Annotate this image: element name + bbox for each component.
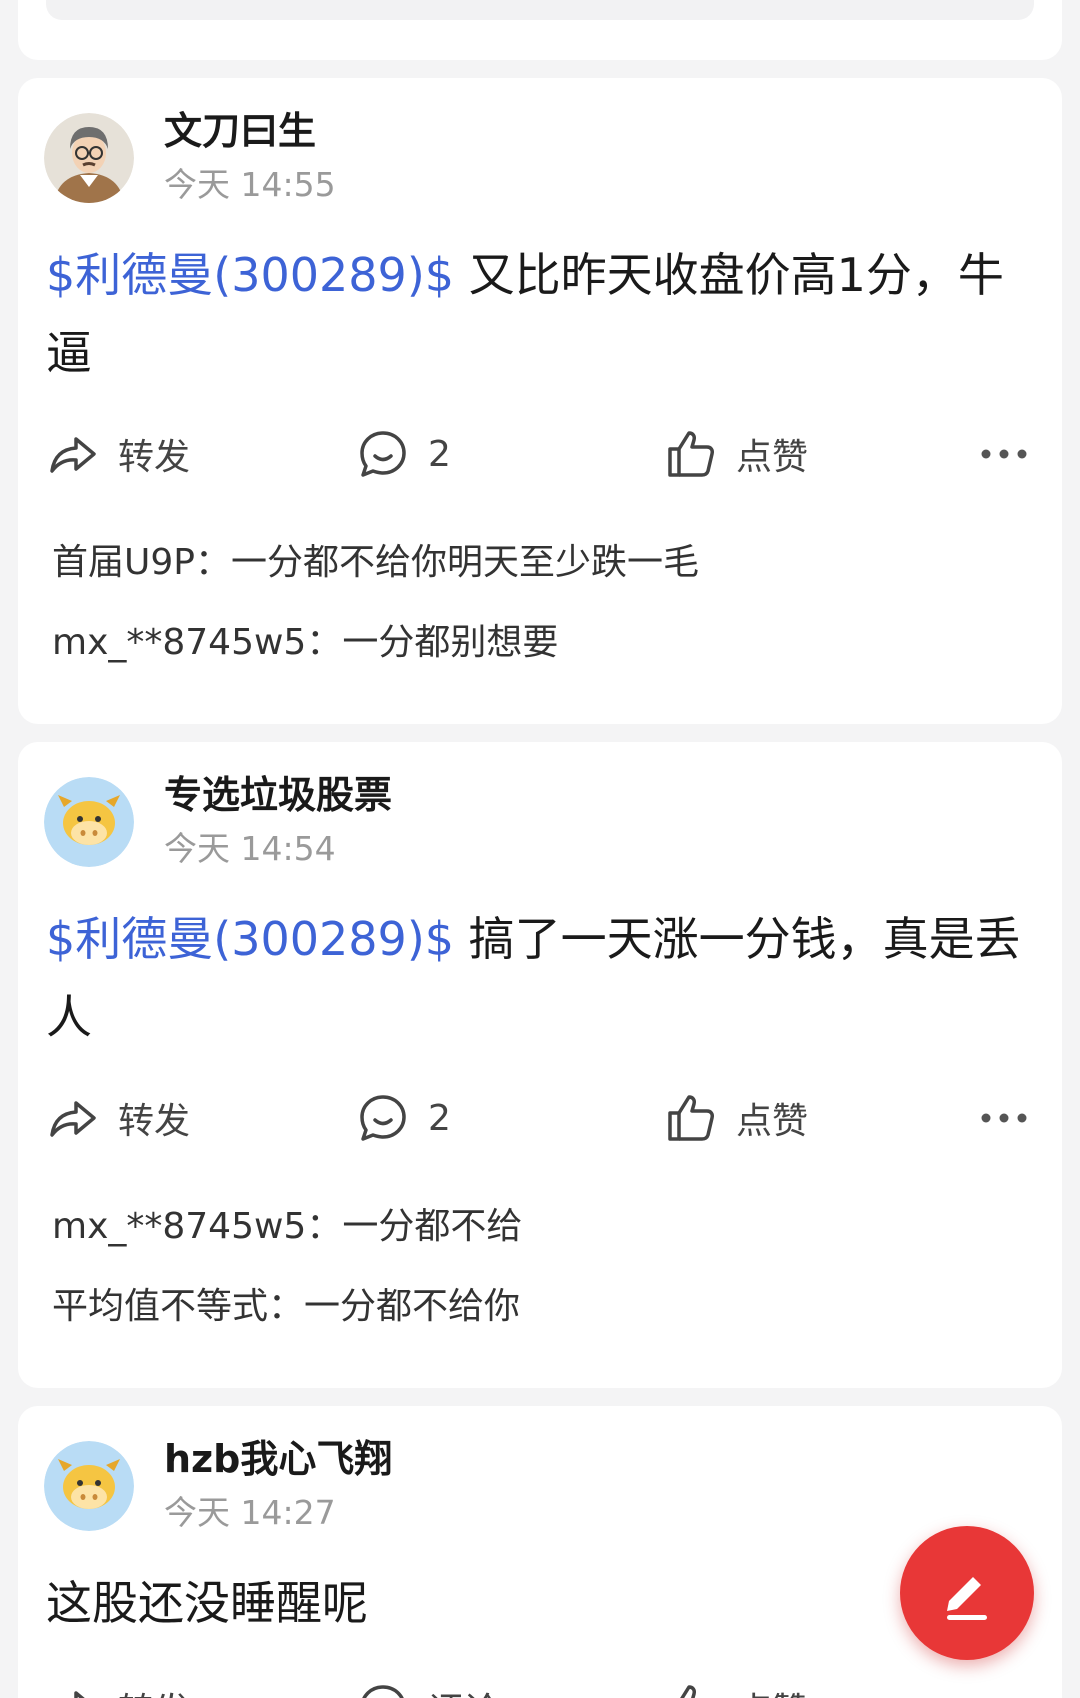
share-label: 转发 (118, 1101, 191, 1142)
comment-bubble-icon (360, 1095, 406, 1141)
share-label: 转发 (118, 437, 191, 478)
comment-item[interactable]: 首届U9P：一分都不给你明天至少跌一毛 (52, 533, 699, 585)
comment-text: 一分都别想要 (342, 622, 559, 663)
comment-item[interactable]: 平均值不等式：一分都不给你 (52, 1277, 520, 1329)
post-card[interactable]: hzb我心飞翔 今天 14:27 这股还没睡醒呢 转发 评论 点赞 (18, 1406, 1062, 1698)
share-arrow-icon (74, 1691, 85, 1698)
comment-author[interactable]: 首届U9P： (52, 542, 231, 583)
thumbs-up-icon (668, 1095, 714, 1141)
previous-card-footer (46, 0, 1034, 20)
post-time: 今天 14:54 (164, 829, 336, 868)
comment-count: 2 (428, 433, 451, 475)
post-time: 今天 14:55 (164, 165, 336, 204)
post-card[interactable]: 文刀曰生 今天 14:55 $利德曼(300289)$ 又比昨天收盘价高1分，牛… (18, 78, 1062, 724)
comment-bubble-icon (362, 1685, 404, 1698)
feed-page: 文刀曰生 今天 14:55 $利德曼(300289)$ 又比昨天收盘价高1分，牛… (0, 0, 1080, 1698)
more-dots-icon (981, 1113, 1027, 1123)
stock-link[interactable]: $利德曼(300289)$ (46, 248, 454, 302)
comment-button[interactable]: 评论 (356, 1668, 500, 1698)
comment-button[interactable]: 2 (356, 414, 451, 494)
avatar[interactable] (44, 1441, 134, 1531)
action-bar: 转发 2 点赞 (18, 414, 1062, 494)
post-body[interactable]: $利德曼(300289)$ 搞了一天涨一分钱，真是丢人 (46, 900, 1026, 1056)
post-body[interactable]: 这股还没睡醒呢 (46, 1564, 1026, 1642)
like-button[interactable]: 点赞 (664, 1668, 808, 1698)
comment-author[interactable]: 平均值不等式： (52, 1286, 304, 1327)
action-bar: 转发 2 点赞 (18, 1078, 1062, 1158)
pencil-edit-icon (947, 1577, 987, 1620)
share-arrow-icon (50, 1101, 96, 1137)
share-button[interactable]: 转发 (46, 1668, 190, 1698)
comment-count: 2 (428, 1097, 451, 1139)
more-button[interactable] (980, 1078, 1028, 1158)
post-time: 今天 14:27 (164, 1493, 336, 1532)
post-body[interactable]: $利德曼(300289)$ 又比昨天收盘价高1分，牛逼 (46, 236, 1026, 392)
comment-author[interactable]: mx_**8745w5： (52, 622, 342, 663)
comment-text: 一分都不给你 (304, 1286, 521, 1327)
comment-label: 评论 (428, 1682, 500, 1698)
username[interactable]: 专选垃圾股票 (164, 764, 392, 819)
share-button[interactable]: 转发 (46, 1078, 190, 1158)
post-text: 这股还没睡醒呢 (46, 1576, 368, 1630)
comment-author[interactable]: mx_**8745w5： (52, 1206, 342, 1247)
like-label: 点赞 (736, 1101, 809, 1142)
like-button[interactable]: 点赞 (664, 414, 808, 494)
comment-text: 一分都不给你明天至少跌一毛 (230, 542, 699, 583)
more-dots-icon (981, 449, 1027, 459)
like-button[interactable]: 点赞 (664, 1078, 808, 1158)
comment-item[interactable]: mx_**8745w5：一分都不给 (52, 1197, 522, 1249)
username[interactable]: hzb我心飞翔 (164, 1428, 392, 1483)
username[interactable]: 文刀曰生 (164, 100, 316, 155)
comment-button[interactable]: 2 (356, 1078, 451, 1158)
avatar[interactable] (44, 113, 134, 203)
avatar[interactable] (44, 777, 134, 867)
like-label: 点赞 (736, 437, 809, 478)
previous-card-stub (18, 0, 1062, 60)
comment-text: 一分都不给 (342, 1206, 523, 1247)
share-button[interactable]: 转发 (46, 414, 190, 494)
comment-item[interactable]: mx_**8745w5：一分都别想要 (52, 613, 558, 665)
like-label: 点赞 (736, 1682, 808, 1698)
thumbs-up-icon (680, 1685, 696, 1698)
action-bar: 转发 评论 点赞 (18, 1668, 1062, 1698)
compose-button[interactable] (900, 1526, 1034, 1660)
comment-bubble-icon (360, 431, 406, 477)
thumbs-up-icon (668, 431, 714, 477)
stock-link[interactable]: $利德曼(300289)$ (46, 912, 454, 966)
share-arrow-icon (50, 437, 96, 473)
more-button[interactable] (980, 414, 1028, 494)
post-card[interactable]: 专选垃圾股票 今天 14:54 $利德曼(300289)$ 搞了一天涨一分钱，真… (18, 742, 1062, 1388)
share-label: 转发 (118, 1682, 190, 1698)
